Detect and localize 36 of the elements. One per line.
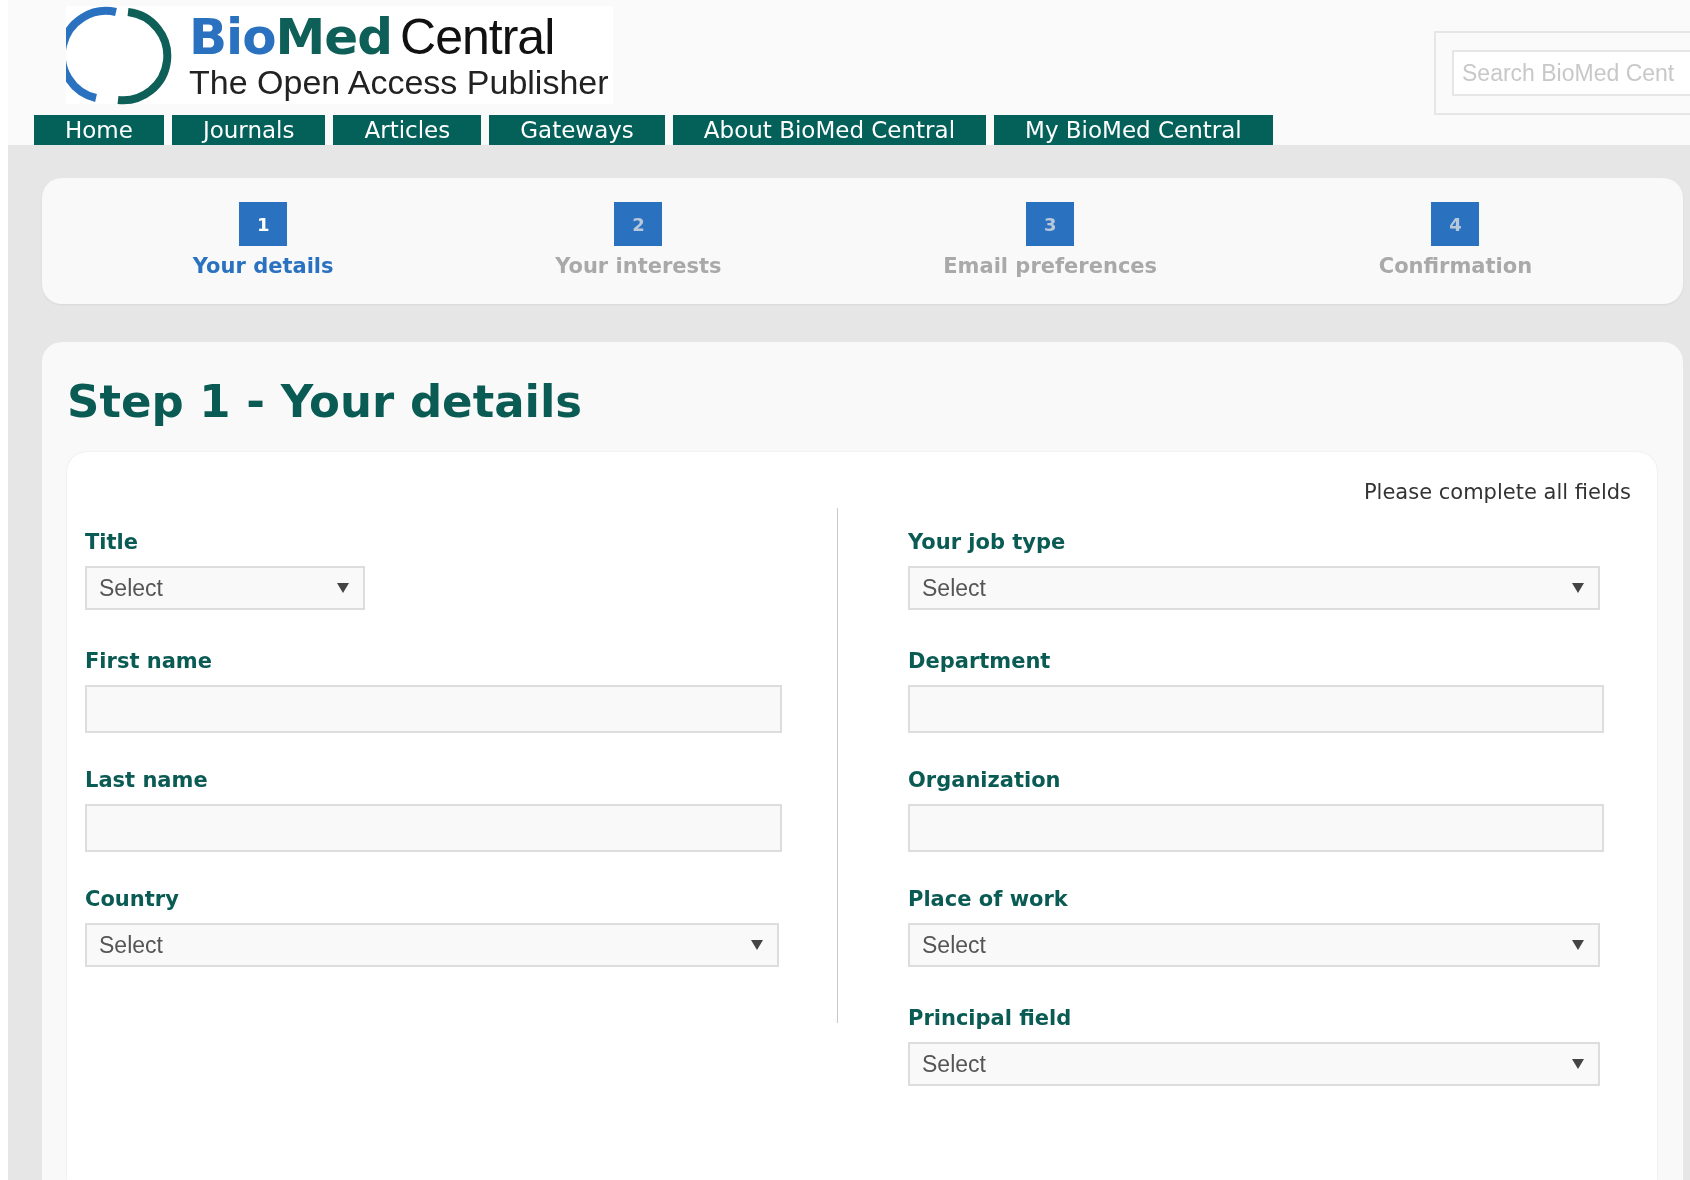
field-label: Title	[85, 530, 139, 556]
select-dropdown[interactable]: Select	[85, 566, 365, 610]
nav-tab[interactable]: Articles	[333, 115, 482, 145]
select-dropdown[interactable]: Select	[85, 923, 779, 967]
input-field[interactable]	[908, 685, 1604, 733]
field-label: Place of work	[908, 887, 1069, 913]
caret-icon	[337, 583, 349, 593]
step-number[interactable]: 1	[239, 202, 288, 246]
select-dropdown[interactable]: Select	[908, 923, 1600, 967]
input-field[interactable]	[85, 804, 782, 852]
step-label[interactable]: Your details	[192, 254, 334, 278]
nav-tab[interactable]: Journals	[171, 115, 326, 145]
field-label: Department	[908, 649, 1052, 675]
caret-icon	[751, 940, 763, 950]
nav-tab[interactable]: Gateways	[489, 115, 665, 145]
field-label: Country	[85, 887, 180, 913]
page-heading: Step 1 - Your details	[67, 374, 584, 430]
nav-tab[interactable]: My BioMed Central	[994, 115, 1273, 145]
caret-icon	[1572, 583, 1584, 593]
select-dropdown[interactable]: Select	[908, 566, 1600, 610]
logo-title: BioMed Central	[189, 10, 556, 64]
input-field[interactable]	[85, 685, 782, 733]
field-label: Principal field	[908, 1006, 1073, 1032]
field-label: Organization	[908, 768, 1062, 794]
caret-icon	[1572, 940, 1584, 950]
nav-tab[interactable]: Home	[34, 115, 164, 145]
field-label: First name	[85, 649, 213, 675]
logo[interactable]: BioMed Central The Open Access Publisher	[66, 6, 613, 104]
nav-tab[interactable]: About BioMed Central	[672, 115, 987, 145]
input-field[interactable]	[908, 804, 1604, 852]
field-label: Last name	[85, 768, 209, 794]
caret-icon	[1572, 1059, 1584, 1069]
form-note: Please complete all fields	[1362, 480, 1631, 506]
logo-tagline: The Open Access Publisher	[189, 64, 609, 100]
select-dropdown[interactable]: Select	[908, 1042, 1600, 1086]
field-label: Your job type	[908, 530, 1067, 556]
